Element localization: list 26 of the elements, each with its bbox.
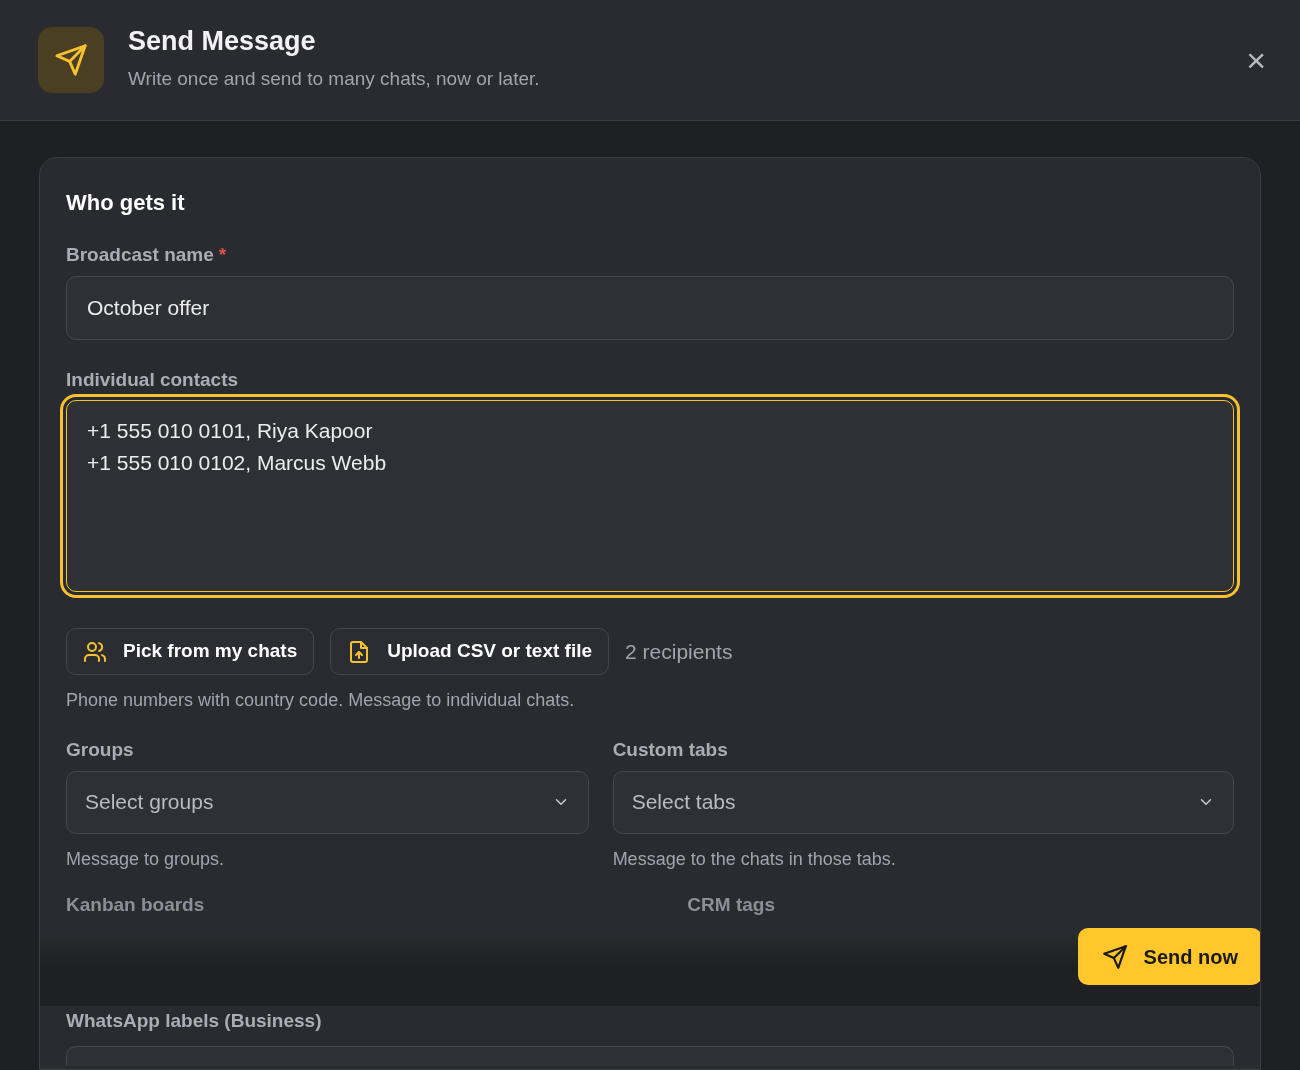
select-field[interactable]: Select groups: [66, 770, 589, 834]
field-label: Groups: [66, 738, 134, 762]
help-text: Message to groups.: [66, 847, 226, 871]
field-label: Broadcast name: [66, 244, 214, 265]
dialog-title: Send Message: [128, 26, 317, 57]
field-label: Custom tabs: [612, 738, 728, 762]
section-title: Who gets it: [66, 189, 186, 217]
help-text: Message to the chats in those tabs.: [612, 847, 897, 871]
field-label: Individual contacts: [66, 367, 239, 392]
help-text: Phone numbers with country code. Message to individual chats.: [66, 689, 576, 712]
field-label: WhatsApp labels (Business): [66, 1009, 322, 1033]
people-icon: [83, 639, 107, 664]
pick-chats-button[interactable]: Pick from my chats: [66, 628, 315, 675]
send-icon: [38, 27, 104, 93]
dialog-subtitle: Write once and send to many chats, now or later.: [128, 66, 541, 91]
field-label: CRM tags: [687, 893, 775, 915]
select-field[interactable]: [66, 1045, 1234, 1066]
close-button[interactable]: ×: [1242, 43, 1270, 77]
upload-button[interactable]: Upload CSV or text file: [330, 628, 610, 675]
recipient-count: 2 recipients: [625, 638, 733, 665]
send-now-button[interactable]: Send now: [1077, 928, 1260, 985]
send-icon: [1101, 943, 1128, 970]
select-field[interactable]: Select tabs: [612, 770, 1234, 834]
field-label: Kanban boards: [66, 893, 205, 915]
text-field[interactable]: October offer: [66, 275, 1234, 340]
required-mark: *: [218, 244, 227, 265]
